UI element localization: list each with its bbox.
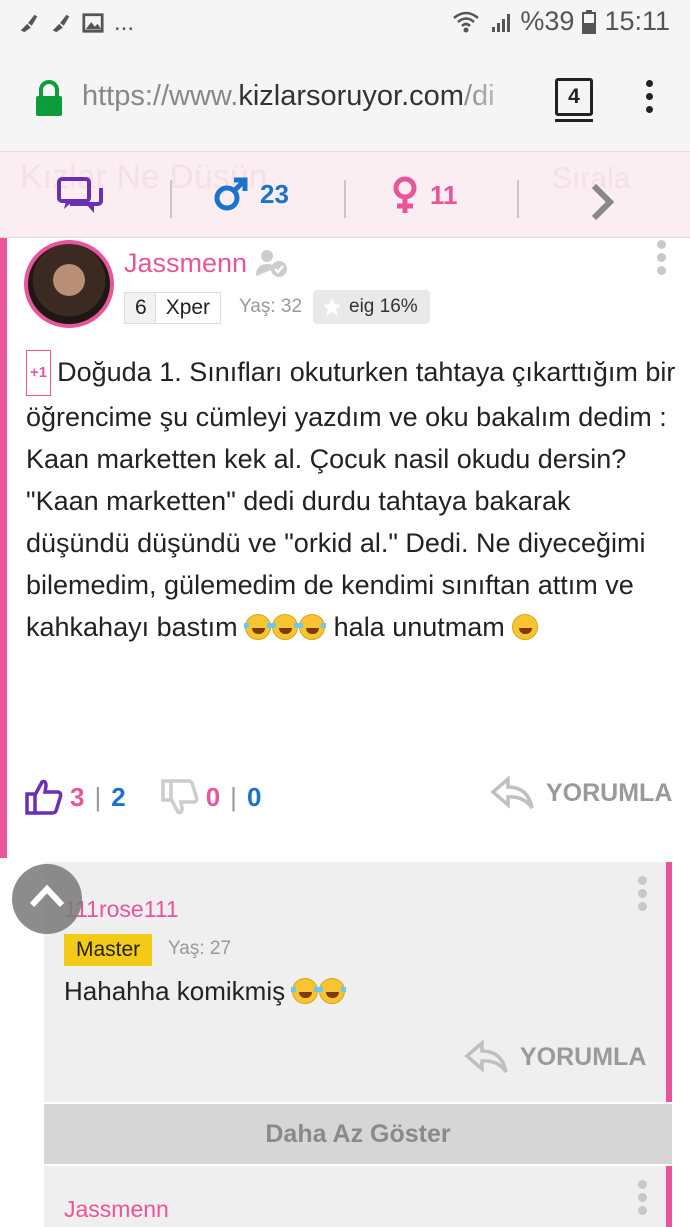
wifi-icon <box>453 11 480 32</box>
divider: | <box>94 781 102 812</box>
male-answers-tab[interactable]: 23 <box>214 176 289 212</box>
lock-icon <box>36 80 62 116</box>
divider <box>170 180 172 218</box>
comment-text-content: Hahahha komikmiş <box>64 976 286 1006</box>
eig-value: eig 16% <box>349 296 418 317</box>
status-bar: ... %39 15:11 <box>0 0 690 46</box>
tears-of-joy-icon <box>318 978 347 1004</box>
url-domain: kizlarsoruyor.com <box>238 80 464 112</box>
tab-switcher-button[interactable]: 4 <box>555 78 593 122</box>
female-symbol-icon <box>393 176 417 213</box>
smiley-icon <box>512 614 539 640</box>
male-count: 23 <box>260 178 289 209</box>
comment-options-icon[interactable] <box>638 876 648 914</box>
eig-badge: eig 16% <box>313 290 430 324</box>
broom-notification-icon <box>52 14 70 33</box>
thumbs-up-icon[interactable] <box>24 778 64 816</box>
tears-of-joy-icon <box>271 614 300 640</box>
address-bar[interactable]: https://www.kizlarsoruyor.com/di <box>82 80 532 113</box>
dislike-count: 0 <box>205 781 221 812</box>
avatar[interactable] <box>24 240 114 328</box>
post-paragraph-1: Doğuda 1. Sınıfları okuturken tahtaya çı… <box>26 357 676 474</box>
comment-username[interactable]: Jassmenn <box>64 1196 169 1223</box>
star-icon <box>322 297 342 316</box>
browser-menu-icon[interactable] <box>643 80 655 120</box>
divider <box>344 180 346 218</box>
comment-reply-label: YORUMLA <box>520 1042 647 1071</box>
vote-row: 3 | 2 0 | 0 <box>24 778 261 816</box>
show-less-button[interactable]: Daha Az Göster <box>44 1104 672 1164</box>
browser-toolbar: https://www.kizlarsoruyor.com/di 4 <box>0 46 690 152</box>
clock: 15:11 <box>604 6 670 36</box>
broom-notification-icon <box>20 14 38 33</box>
divider: | <box>230 781 237 812</box>
post-paragraph-2-end: hala unutmam <box>333 612 505 642</box>
chevron-up-icon <box>29 884 65 908</box>
scroll-to-top-button[interactable] <box>12 864 82 934</box>
post-username[interactable]: Jassmenn <box>124 248 247 279</box>
reply-arrow-icon <box>464 1040 508 1074</box>
comment-reply-button[interactable]: YORUMLA <box>464 1040 646 1074</box>
comment-text: Hahahha komikmiş <box>64 976 347 1007</box>
like-count-secondary: 2 <box>111 781 126 812</box>
post-age: Yaş: 32 <box>239 296 303 317</box>
post-options-icon[interactable] <box>657 240 667 278</box>
post-accent-bar <box>0 238 7 858</box>
reply-arrow-icon <box>490 776 534 810</box>
signal-icon <box>492 13 511 32</box>
tears-of-joy-icon <box>291 978 320 1004</box>
verified-user-icon <box>256 250 287 277</box>
url-prefix: https://www. <box>82 80 239 112</box>
chevron-right-icon[interactable] <box>590 182 616 222</box>
comment-options-icon[interactable] <box>638 1180 648 1218</box>
post-reply-label: YORUMLA <box>546 778 673 807</box>
filter-bar: Kızlar Ne Düşün Sırala 23 11 <box>0 152 690 238</box>
chat-bubbles-icon <box>57 177 103 213</box>
plus-one-badge: +1 <box>26 350 52 396</box>
comment-age: Yaş: 27 <box>168 938 232 959</box>
all-comments-tab[interactable] <box>56 176 106 216</box>
post-body: +1 Doğuda 1. Sınıfları okuturken tahtaya … <box>26 350 676 648</box>
master-badge: Master <box>64 934 153 966</box>
more-notifications: ... <box>114 9 135 36</box>
tears-of-joy-icon <box>244 614 273 640</box>
image-notification-icon <box>82 13 104 33</box>
female-answers-tab[interactable]: 11 <box>392 176 458 214</box>
like-count: 3 <box>70 781 85 812</box>
tears-of-joy-icon <box>298 614 327 640</box>
post-reply-button[interactable]: YORUMLA <box>490 776 672 810</box>
male-symbol-icon <box>214 177 248 211</box>
divider <box>517 180 519 218</box>
battery-icon <box>582 9 597 34</box>
battery-percent: %39 <box>520 6 575 36</box>
dislike-count-secondary: 0 <box>246 781 262 812</box>
thumbs-down-icon[interactable] <box>160 778 200 816</box>
level-number: 6 <box>125 293 155 323</box>
female-count: 11 <box>430 179 458 210</box>
url-suffix: /di <box>463 80 495 112</box>
level-name: Xper <box>154 293 220 323</box>
xper-level-badge: 6 Xper <box>124 292 222 324</box>
